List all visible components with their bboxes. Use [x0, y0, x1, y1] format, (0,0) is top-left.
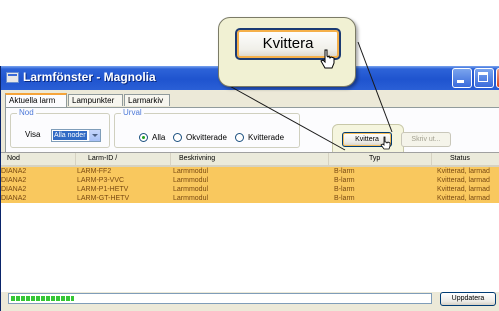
connector-line-left	[225, 83, 346, 151]
zoom-callout: Kvittera	[218, 17, 356, 87]
connector-line-right	[357, 41, 393, 133]
hand-cursor-icon	[320, 49, 335, 69]
small-hand-cursor-icon	[380, 136, 391, 150]
